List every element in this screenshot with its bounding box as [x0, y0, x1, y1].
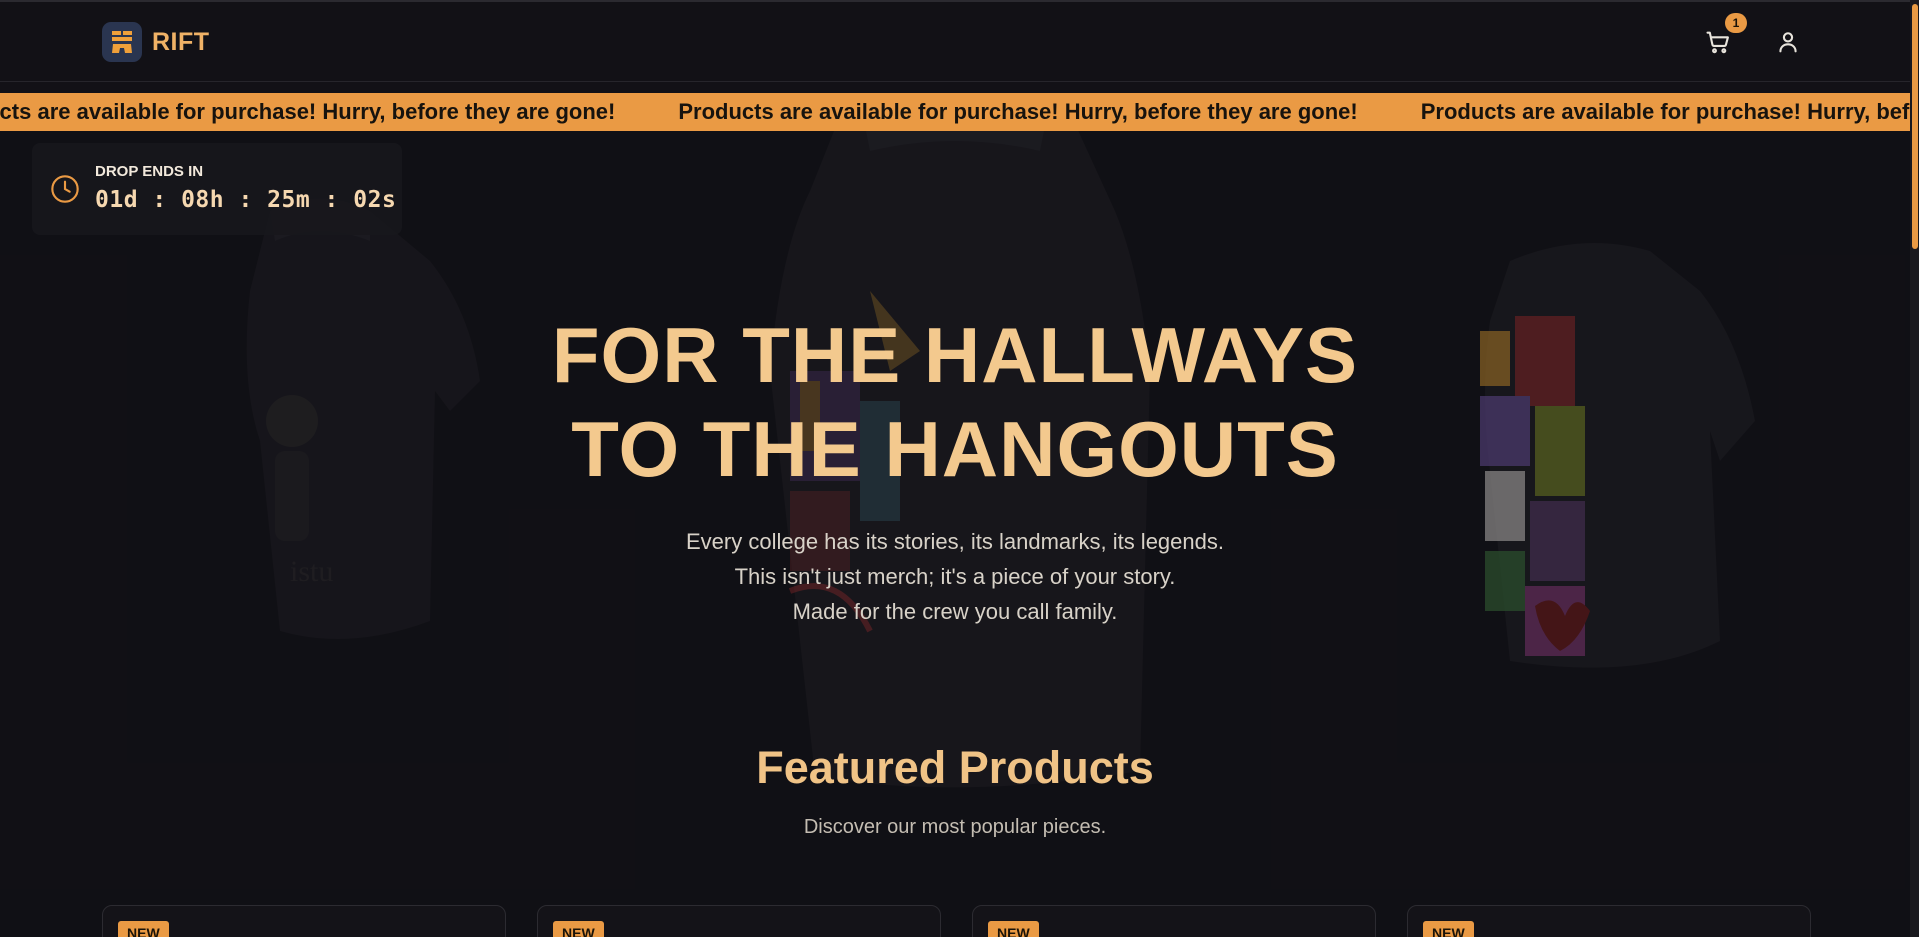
- brand-logo[interactable]: RIFT: [102, 22, 210, 62]
- hero-subtitle: Every college has its stories, its landm…: [0, 524, 1910, 629]
- new-badge: NEW: [988, 921, 1039, 937]
- hero-subtitle-line: Every college has its stories, its landm…: [685, 529, 1224, 554]
- featured-subtitle: Discover our most popular pieces.: [803, 816, 1107, 838]
- hero-title-line: FOR THE HALLWAYS: [551, 311, 1359, 399]
- hero-title-line: TO THE HANGOUTS: [571, 405, 1339, 493]
- product-card[interactable]: NEW: [537, 905, 941, 937]
- product-card[interactable]: NEW: [1407, 905, 1811, 937]
- announcement-banner: Products are available for purchase! Hur…: [0, 93, 1910, 131]
- announcement-text: Products are available for purchase! Hur…: [1420, 99, 1910, 124]
- new-badge: NEW: [1423, 921, 1474, 937]
- announcement-track: Products are available for purchase! Hur…: [0, 93, 1910, 131]
- hero-subtitle-line: This isn't just merch; it's a piece of y…: [734, 564, 1176, 589]
- account-button[interactable]: [1774, 28, 1802, 56]
- brand-name: RIFT: [152, 27, 210, 56]
- countdown-value: 01d : 08h : 25m : 02s: [95, 187, 397, 213]
- new-badge: NEW: [118, 921, 169, 937]
- announcement-text: Products are available for purchase! Hur…: [0, 99, 616, 124]
- user-icon: [1779, 32, 1797, 53]
- hero-title: FOR THE HALLWAYS TO THE HANGOUTS: [0, 308, 1910, 496]
- announcement-text: Products are available for purchase! Hur…: [678, 99, 1358, 124]
- page: istu RIFT 1 Products are available for p…: [0, 0, 1919, 937]
- site-header: RIFT 1: [0, 2, 1910, 82]
- product-card[interactable]: NEW: [102, 905, 506, 937]
- product-card[interactable]: NEW: [972, 905, 1376, 937]
- hero-subtitle-line: Made for the crew you call family.: [792, 599, 1118, 624]
- scrollbar-thumb[interactable]: [1912, 4, 1918, 249]
- cart-count-badge: 1: [1725, 13, 1747, 33]
- new-badge: NEW: [553, 921, 604, 937]
- cart-icon: [1706, 31, 1729, 54]
- drop-countdown: DROP ENDS IN 01d : 08h : 25m : 02s: [32, 143, 402, 235]
- rift-logo-icon: [102, 22, 142, 62]
- cart-button[interactable]: [1704, 28, 1732, 56]
- featured-title: Featured Products: [756, 742, 1154, 793]
- countdown-label: DROP ENDS IN: [95, 163, 204, 180]
- clock-icon: [51, 175, 79, 203]
